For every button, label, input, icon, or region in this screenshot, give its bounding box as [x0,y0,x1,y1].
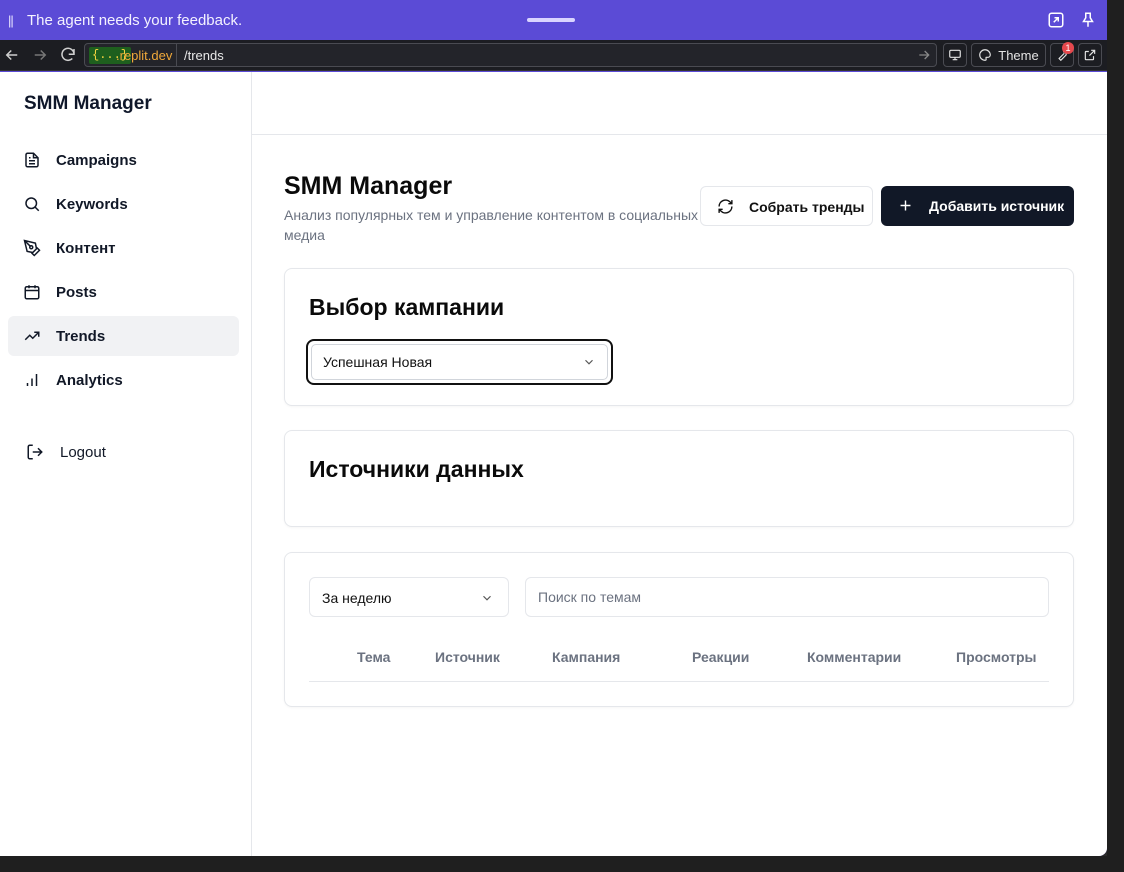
column-header-campaign[interactable]: Кампания [552,649,620,665]
bar-chart-icon [26,374,38,386]
app-window: || The agent needs your feedback. {...} … [0,0,1107,856]
desktop-background [1107,0,1124,872]
sidebar-item-content[interactable]: Контент [8,228,239,268]
campaign-select-value: Успешная Новая [323,354,433,370]
refresh-icon [718,199,733,214]
brand-title: SMM Manager [24,93,152,114]
logout-icon [27,444,43,460]
back-arrow-icon[interactable] [3,46,21,64]
file-text-icon [25,152,39,168]
trending-up-icon [24,331,40,341]
period-select[interactable]: За неделю [309,577,509,617]
sidebar-item-label: Analytics [56,372,123,389]
topic-search-input[interactable] [525,577,1049,617]
sidebar-item-posts[interactable]: Posts [8,272,239,312]
resize-handle[interactable] [527,18,575,22]
page-title: SMM Manager [284,172,453,200]
monitor-icon [949,49,961,61]
column-header-comments[interactable]: Комментарии [807,649,901,665]
search-icon [25,197,40,212]
app-content: SMM Manager Campaigns Keywords Контент P… [0,72,1107,856]
collect-trends-label: Собрать тренды [749,199,865,215]
sidebar-item-analytics[interactable]: Analytics [8,360,239,400]
logout-button[interactable]: Logout [8,432,239,472]
period-select-value: За неделю [322,590,392,606]
theme-button[interactable]: Theme [971,43,1046,67]
sidebar-item-label: Контент [56,240,116,257]
open-new-tab-button[interactable] [1078,43,1102,67]
data-sources-card: Источники данных [284,430,1074,527]
external-link-icon [1084,49,1096,61]
sidebar-item-label: Keywords [56,196,128,213]
sidebar-item-label: Trends [56,328,106,345]
url-path[interactable]: /trends [184,47,224,64]
calendar-icon [24,285,40,300]
column-header-reactions[interactable]: Реакции [692,649,749,665]
theme-label: Theme [998,47,1039,63]
desktop-background [0,856,1124,872]
add-source-button[interactable]: Добавить источник [881,186,1074,226]
expand-icon[interactable] [1047,11,1065,29]
logout-label: Logout [60,444,106,461]
pin-icon[interactable] [1079,11,1097,29]
campaign-selection-card: Выбор кампании Успешная Новая [284,268,1074,406]
palette-icon [979,49,992,61]
sidebar: SMM Manager Campaigns Keywords Контент P… [0,72,252,856]
feedback-message: The agent needs your feedback. [27,12,243,29]
chevron-down-icon [483,595,491,601]
column-header-views[interactable]: Просмотры [956,649,1037,665]
collect-trends-button[interactable]: Собрать тренды [700,186,873,226]
page-subtitle: Анализ популярных тем и управление конте… [284,207,699,243]
data-sources-title: Источники данных [309,456,524,482]
go-arrow-icon[interactable] [916,47,932,63]
top-header-strip [252,72,1107,135]
browser-toolbar: {...} .replit.dev /trends Theme [0,40,1107,71]
sidebar-item-campaigns[interactable]: Campaigns [8,140,239,180]
plus-icon [900,200,911,211]
sidebar-item-keywords[interactable]: Keywords [8,184,239,224]
feedback-bar: || The agent needs your feedback. [0,0,1107,40]
column-header-topic[interactable]: Тема [357,649,390,665]
forward-arrow-icon[interactable] [31,46,49,64]
drag-handle-icon[interactable]: || [8,13,14,28]
sidebar-item-label: Posts [56,284,97,301]
campaign-select[interactable]: Успешная Новая [306,339,613,385]
column-header-source[interactable]: Источник [435,649,500,665]
sidebar-item-trends[interactable]: Trends [8,316,239,356]
notification-badge: 1 [1062,42,1074,54]
campaign-card-title: Выбор кампании [309,294,505,320]
device-preview-button[interactable] [943,43,967,67]
sidebar-item-label: Campaigns [56,152,137,169]
reload-icon[interactable] [59,46,77,64]
pen-tool-icon [23,239,41,257]
table-header-divider [309,681,1049,682]
address-bar[interactable]: {...} .replit.dev /trends [84,43,937,67]
url-divider [176,44,177,66]
url-domain: .replit.dev [116,48,173,63]
add-source-label: Добавить источник [929,198,1065,214]
trends-table-card: За неделю Тема Источник Кампания Реакции… [284,552,1074,707]
chevron-down-icon [585,359,593,365]
